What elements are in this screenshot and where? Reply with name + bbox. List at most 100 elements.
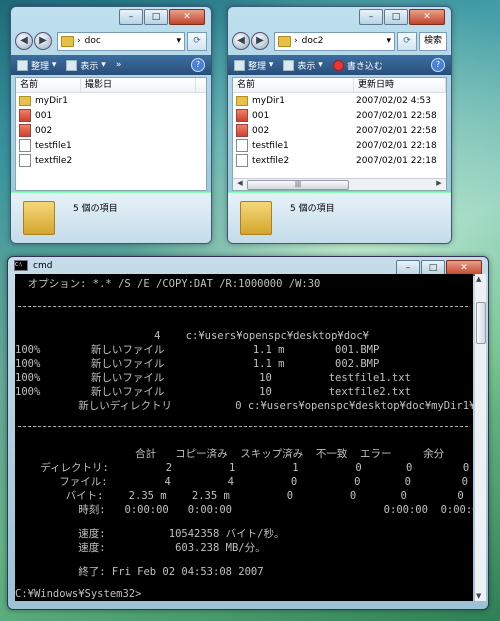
column-date-taken[interactable]: 撮影日	[81, 78, 196, 92]
text-file-icon	[19, 139, 31, 152]
folder-icon	[19, 95, 31, 106]
help-icon[interactable]: ?	[191, 58, 205, 72]
refresh-icon[interactable]: ⟳	[397, 31, 417, 51]
list-item[interactable]: testfile1	[16, 138, 206, 153]
maximize-button[interactable]: □	[144, 9, 168, 25]
console-line: 終了: Fri Feb 02 04:53:08 2007	[15, 566, 264, 578]
file-list: 名前 撮影日 myDir1 001 002 testfile1 textfile…	[15, 77, 207, 191]
column-header: 名前 更新日時	[233, 78, 446, 93]
organize-icon	[17, 59, 28, 71]
file-name: 002	[252, 125, 270, 136]
text-file-icon	[236, 139, 248, 152]
console-line: 合計 コピー済み スキップ済み 不一致 エラー 余分	[15, 448, 445, 460]
file-date: 2007/02/01 22:58	[356, 125, 437, 136]
window-controls: – □ ✕	[358, 9, 445, 25]
folder-large-icon	[23, 201, 55, 235]
command-bar: 整理 ▾ 表示 ▾ » ?	[11, 55, 211, 75]
close-button[interactable]: ✕	[409, 9, 445, 25]
organize-icon	[234, 59, 245, 71]
list-item[interactable]: myDir1	[16, 93, 206, 108]
list-item[interactable]: 002 2007/02/01 22:58	[233, 123, 446, 138]
scroll-left-icon[interactable]: ◀	[235, 179, 245, 187]
list-item[interactable]: textfile2	[16, 153, 206, 168]
address-field[interactable]: › doc2 ▾	[274, 31, 395, 51]
chevron-down-icon[interactable]: ▾	[386, 36, 391, 46]
back-icon[interactable]: ◀	[15, 32, 33, 50]
help-icon[interactable]: ?	[431, 58, 445, 72]
explorer-window-doc[interactable]: – □ ✕ ◀ ▶ › doc ▾ ⟳ 整理 ▾ 表示 ▾ » ? 名前 撮影日…	[10, 6, 212, 244]
file-name: 001	[252, 110, 270, 121]
file-name: 002	[35, 125, 53, 136]
view-label: 表示	[297, 61, 316, 72]
refresh-icon[interactable]: ⟳	[187, 31, 207, 51]
close-button[interactable]: ✕	[169, 9, 205, 25]
command-bar: 整理 ▾ 表示 ▾ 書き込む ?	[228, 55, 451, 75]
burn-button[interactable]: 書き込む	[332, 59, 383, 72]
column-header: 名前 撮影日	[16, 78, 206, 93]
file-date: 2007/02/02 4:53	[356, 95, 431, 106]
bitmap-file-icon	[19, 109, 31, 122]
horizontal-scrollbar[interactable]: ◀ ||| ▶	[233, 178, 446, 190]
address-bar: ◀ ▶ › doc ▾ ⟳	[15, 31, 207, 51]
list-item[interactable]: 001	[16, 108, 206, 123]
folder-icon	[236, 95, 248, 106]
scroll-up-icon[interactable]: ▲	[476, 275, 481, 283]
forward-icon[interactable]: ▶	[251, 32, 269, 50]
console-line: ディレクトリ: 2 1 1 0 0 0	[15, 462, 470, 474]
window-controls: – □ ✕	[118, 9, 205, 25]
window-title: C:\ cmd	[14, 260, 52, 271]
command-prompt[interactable]: C:¥Windows¥System32>	[15, 588, 141, 600]
back-icon[interactable]: ◀	[232, 32, 250, 50]
console-line: 100% 新しいファイル 10 textfile2.txt	[15, 386, 411, 398]
scroll-thumb[interactable]: |||	[247, 180, 349, 190]
bitmap-file-icon	[19, 124, 31, 137]
folder-icon	[61, 35, 74, 47]
view-label: 表示	[80, 61, 99, 72]
organize-button[interactable]: 整理 ▾	[234, 59, 273, 72]
file-name: myDir1	[252, 95, 285, 106]
console-line: 速度: 10542358 バイト/秒。	[15, 528, 285, 540]
view-button[interactable]: 表示 ▾	[66, 59, 106, 72]
address-bar: ◀ ▶ › doc2 ▾ ⟳ 検索	[232, 31, 447, 51]
column-name[interactable]: 名前	[16, 78, 81, 92]
separator-line	[18, 426, 468, 427]
bitmap-file-icon	[236, 124, 248, 137]
scroll-right-icon[interactable]: ▶	[434, 179, 444, 187]
view-button[interactable]: 表示 ▾	[283, 59, 323, 72]
list-item[interactable]: 002	[16, 123, 206, 138]
console-output[interactable]: オプション: *.* /S /E /COPY:DAT /R:1000000 /W…	[15, 274, 473, 601]
scroll-down-icon[interactable]: ▼	[476, 592, 481, 600]
explorer-window-doc2[interactable]: – □ ✕ ◀ ▶ › doc2 ▾ ⟳ 検索 整理 ▾ 表示 ▾ 書き込む ?…	[227, 6, 452, 244]
list-item[interactable]: textfile2 2007/02/01 22:18	[233, 153, 446, 168]
forward-icon[interactable]: ▶	[34, 32, 52, 50]
column-modified[interactable]: 更新日時	[354, 78, 446, 92]
list-item[interactable]: testfile1 2007/02/01 22:18	[233, 138, 446, 153]
minimize-button[interactable]: –	[119, 9, 143, 25]
cmd-window[interactable]: C:\ cmd – □ ✕ オプション: *.* /S /E /COPY:DAT…	[7, 256, 489, 610]
burn-label: 書き込む	[346, 61, 383, 72]
organize-button[interactable]: 整理 ▾	[17, 59, 56, 72]
chevron-down-icon[interactable]: ▾	[176, 36, 181, 46]
address-text: doc2	[301, 36, 324, 46]
item-count: 5 個の項目	[290, 204, 335, 214]
file-name: 001	[35, 110, 53, 121]
column-name[interactable]: 名前	[233, 78, 354, 92]
organize-label: 整理	[248, 61, 267, 72]
search-input[interactable]: 検索	[419, 31, 447, 51]
details-pane: 5 個の項目	[11, 192, 211, 243]
file-date: 2007/02/01 22:18	[356, 140, 437, 151]
minimize-button[interactable]: –	[359, 9, 383, 25]
view-icon	[66, 59, 78, 71]
more-button[interactable]: »	[116, 60, 122, 70]
scroll-thumb[interactable]	[476, 302, 486, 344]
console-line: 時刻: 0:00:00 0:00:00 0:00:00 0:00:00	[15, 504, 473, 516]
address-field[interactable]: › doc ▾	[57, 31, 185, 51]
breadcrumb-chevron-icon: ›	[294, 36, 298, 46]
file-list: 名前 更新日時 myDir1 2007/02/02 4:53 001 2007/02…	[232, 77, 447, 191]
list-item[interactable]: myDir1 2007/02/02 4:53	[233, 93, 446, 108]
bitmap-file-icon	[236, 109, 248, 122]
file-name: myDir1	[35, 95, 68, 106]
list-item[interactable]: 001 2007/02/01 22:58	[233, 108, 446, 123]
maximize-button[interactable]: □	[384, 9, 408, 25]
vertical-scrollbar[interactable]: ▲ ▼	[475, 274, 486, 601]
